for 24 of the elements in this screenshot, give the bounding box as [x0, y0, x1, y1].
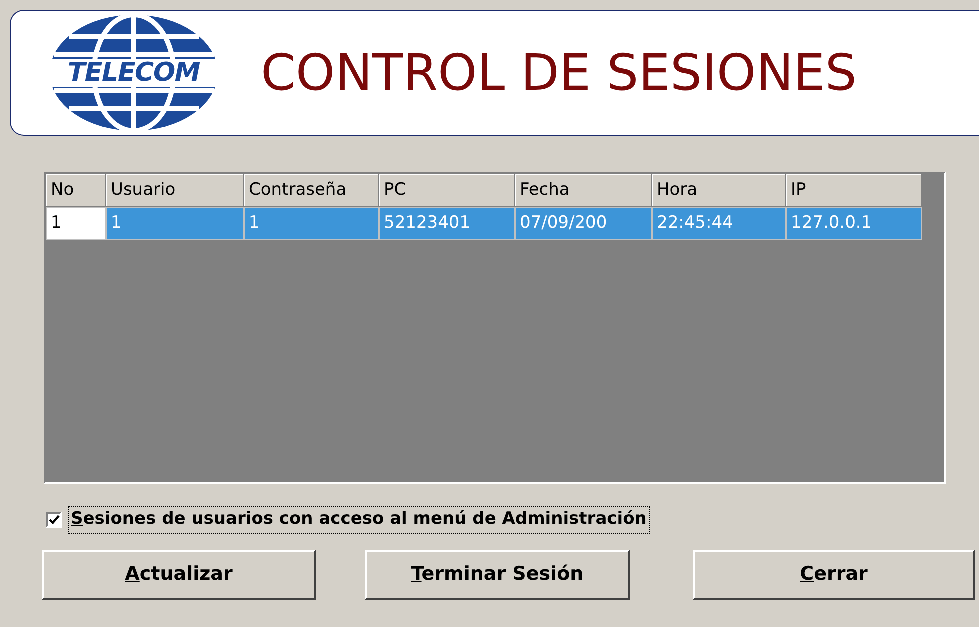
globe-icon — [49, 13, 219, 133]
checkbox[interactable] — [46, 512, 62, 528]
checkmark-icon — [48, 514, 60, 525]
table-cell: 07/09/200 — [515, 207, 652, 240]
table-cell: 1 — [244, 207, 379, 240]
table-cell: 22:45:44 — [652, 207, 786, 240]
logo-text: TELECOM — [68, 56, 200, 90]
column-header[interactable]: IP — [786, 174, 922, 207]
table-cell: 52123401 — [379, 207, 515, 240]
column-header[interactable]: Usuario — [106, 174, 244, 207]
action-button[interactable]: Actualizar — [42, 550, 316, 600]
checkbox-label[interactable]: Sesiones de usuarios con acceso al menú de Administración — [68, 506, 650, 534]
action-button[interactable]: Terminar Sesión — [365, 550, 630, 600]
table-cell: 1 — [106, 207, 244, 240]
table-cell: 1 — [46, 207, 106, 240]
window-title: CONTROL DE SESIONES — [261, 42, 857, 104]
action-button[interactable]: Cerrar — [693, 550, 975, 600]
column-header[interactable]: Hora — [652, 174, 786, 207]
column-header[interactable]: Fecha — [515, 174, 652, 207]
table-cell: 127.0.0.1 — [786, 207, 922, 240]
column-header[interactable]: PC — [379, 174, 515, 207]
column-header[interactable]: No — [46, 174, 106, 207]
column-header[interactable]: Contraseña — [244, 174, 379, 207]
table-row[interactable]: 1 1 1 52123401 07/09/200 22:45:44 127.0.0.1 — [46, 207, 922, 240]
